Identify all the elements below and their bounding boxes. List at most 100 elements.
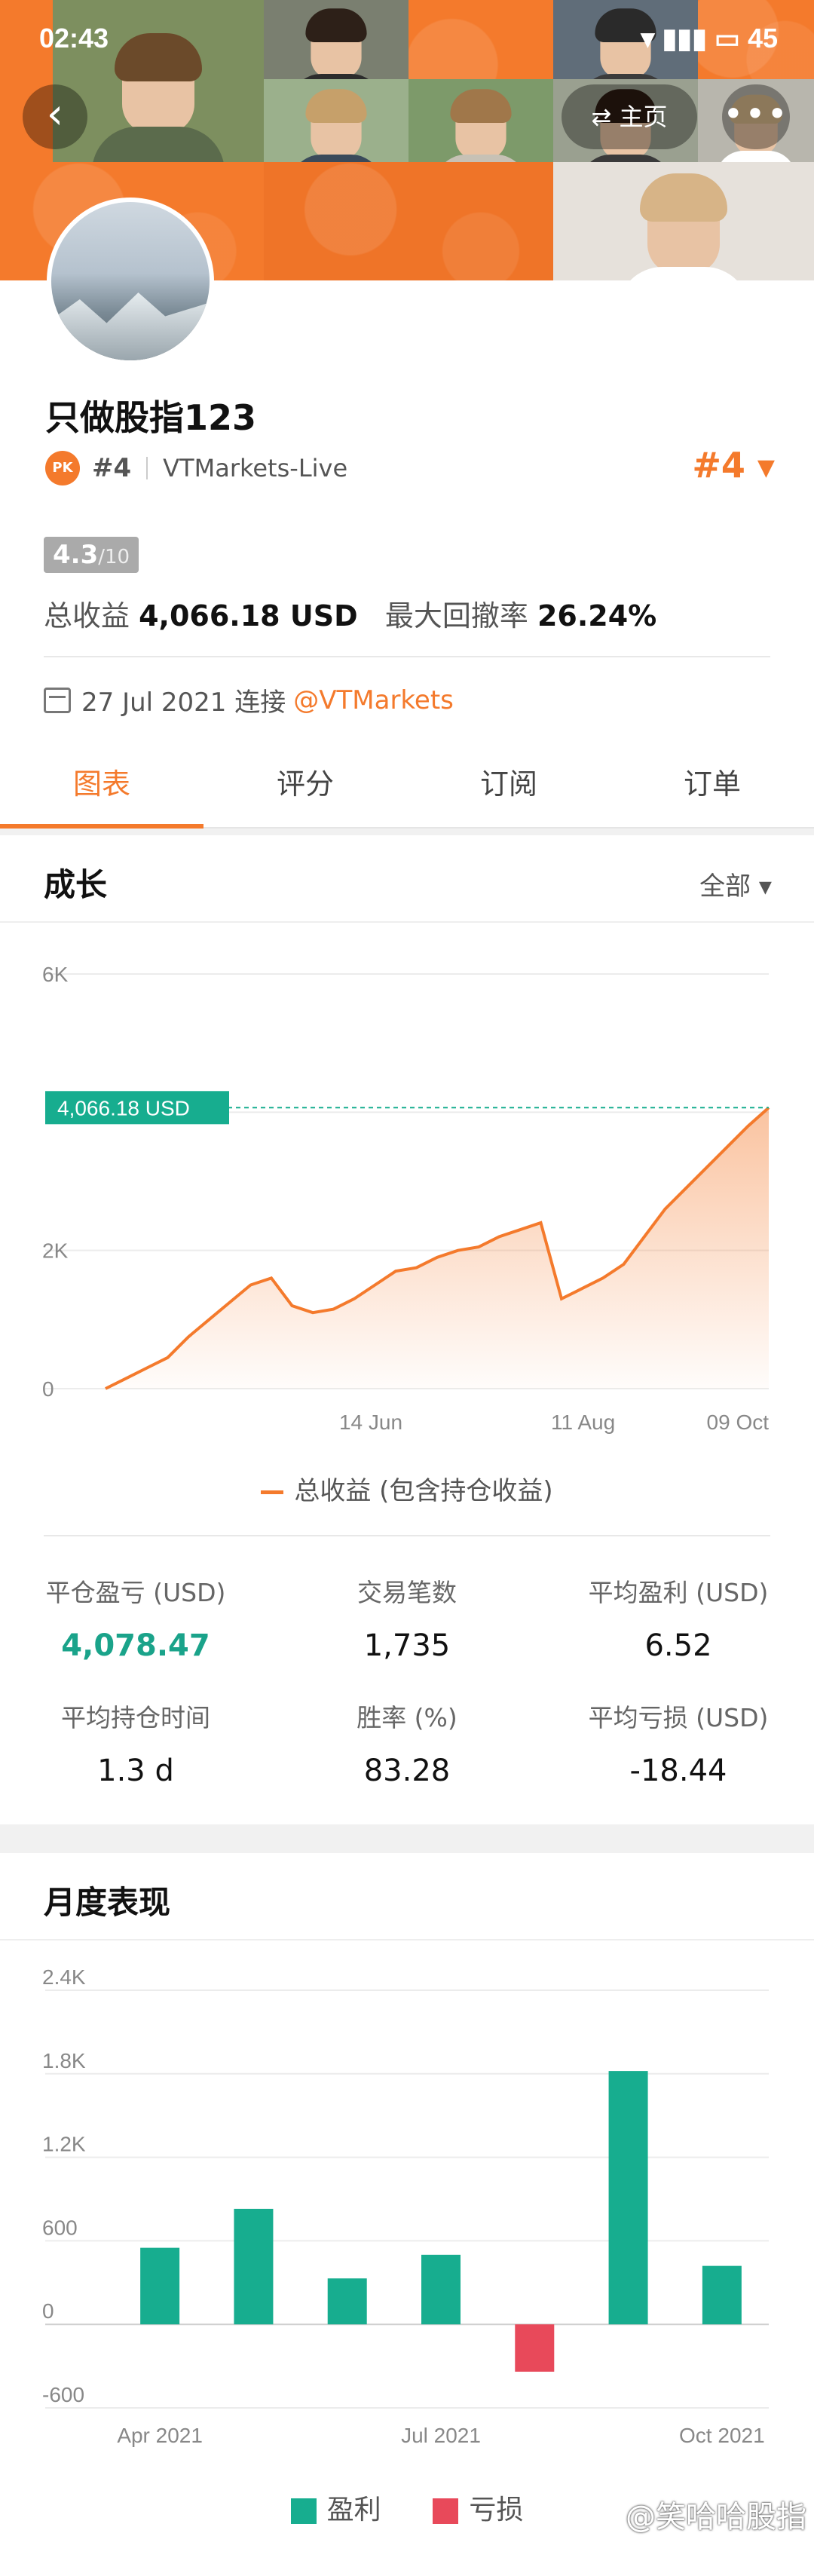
pattern-tile (264, 162, 553, 280)
caret-down-icon: ▼ (757, 455, 775, 481)
monthly-bar (234, 2208, 274, 2325)
tab-subscribe[interactable]: 订阅 (407, 750, 610, 827)
metric-value: 6.52 (644, 1628, 712, 1663)
summary-stats: 总收益 4,066.18 USD 最大回撤率 26.24% (44, 593, 656, 634)
period-filter-dropdown[interactable]: 全部 ▾ (699, 865, 772, 902)
metric-label: 平仓盈亏 (USD) (45, 1578, 226, 1607)
avatar-tile (264, 79, 409, 162)
status-icons: ▾ ▮▮▮ ▭ 45 (641, 23, 778, 54)
rating-value: 4.3 (53, 540, 99, 570)
monthly-bar (327, 2278, 367, 2325)
monthly-bar (515, 2324, 555, 2372)
growth-legend: 总收益 (包含持仓收益) (0, 1470, 814, 1507)
section-gap (0, 1824, 814, 1853)
connect-date-row: 27 Jul 2021 连接 @VTMarkets (44, 682, 454, 718)
avatar-tile (409, 79, 553, 162)
connect-date: 27 Jul 2021 连接 (81, 688, 286, 718)
monthly-section-header: 月度表现 (0, 1853, 814, 1940)
metric-value: 4,078.47 (61, 1628, 210, 1663)
metric-value: 1,735 (363, 1628, 451, 1663)
status-bar: 02:43 ▾ ▮▮▮ ▭ 45 (0, 0, 814, 75)
metric-label: 交易笔数 (357, 1578, 457, 1607)
max-drawdown-label: 最大回撤率 (384, 599, 528, 633)
max-drawdown-value: 26.24% (537, 599, 657, 633)
growth-area (106, 1107, 769, 1389)
monthly-bar (702, 2265, 742, 2325)
y-tick-label: 2.4K (42, 1965, 86, 1989)
y-tick-label: 1.2K (42, 2133, 86, 2156)
rank-dropdown-label: #4 (692, 445, 745, 485)
calendar-icon (44, 687, 71, 713)
monthly-bar (140, 2247, 180, 2325)
legend-label-profit: 盈利 (326, 2495, 381, 2525)
y-tick-label: 6K (42, 963, 69, 986)
caret-down-icon: ▾ (758, 871, 772, 902)
x-tick-label: Apr 2021 (117, 2424, 203, 2447)
avatar-tile (553, 162, 814, 280)
metric-label: 平均持仓时间 (61, 1703, 210, 1732)
y-tick-label: 0 (42, 1377, 54, 1401)
x-tick-label: 09 Oct (707, 1411, 770, 1434)
battery-level: 45 (747, 23, 778, 54)
growth-chart: 6K 2K 0 4,066.18 USD 14 Jun 11 Aug 09 Oct (42, 963, 770, 1434)
y-tick-label: 600 (42, 2216, 78, 2239)
monthly-bar (421, 2254, 461, 2325)
divider (146, 457, 148, 479)
y-tick-label: -600 (42, 2383, 84, 2406)
broker-link[interactable]: @VTMarkets (293, 685, 454, 715)
rank-dropdown[interactable]: #4 ▼ (692, 445, 775, 485)
tab-rating[interactable]: 评分 (204, 750, 407, 827)
trader-name: 只做股指123 (45, 397, 257, 438)
x-tick-label: 14 Jun (339, 1411, 402, 1434)
metric-value: -18.44 (629, 1754, 727, 1788)
back-button[interactable]: ‹ (23, 84, 87, 149)
avatar[interactable] (47, 198, 214, 365)
status-time: 02:43 (39, 23, 109, 54)
metric-label: 平均盈利 (USD) (588, 1578, 769, 1607)
monthly-bar-chart: 2.4K 1.8K 1.2K 600 0 -600 Apr 2021 Jul 2021 Oct … (42, 1965, 769, 2447)
metric-avg-hold-time: 平均持仓时间 1.3 d (8, 1698, 264, 1788)
rating-max: /10 (98, 546, 130, 568)
y-tick-label: 1.8K (42, 2049, 86, 2072)
x-tick-label: 11 Aug (551, 1411, 615, 1434)
metric-label: 平均亏损 (USD) (588, 1703, 769, 1732)
legend-line-icon (261, 1490, 284, 1494)
divider (44, 656, 770, 657)
tab-chart[interactable]: 图表 (0, 750, 204, 829)
period-filter-label: 全部 (699, 871, 751, 902)
growth-legend-label: 总收益 (包含持仓收益) (294, 1476, 553, 1506)
more-options-button[interactable]: ••• (722, 84, 790, 149)
metric-label: 胜率 (%) (357, 1703, 457, 1732)
metric-win-rate: 胜率 (%) 83.28 (279, 1698, 535, 1788)
metric-value: 1.3 d (97, 1754, 174, 1788)
legend-swatch-profit (290, 2498, 317, 2524)
rank-row: PK #4 VTMarkets-Live (45, 449, 347, 487)
metric-closed-pnl: 平仓盈亏 (USD) 4,078.47 (8, 1573, 264, 1663)
pk-flame-icon: PK (45, 451, 80, 485)
total-profit-label: 总收益 (44, 599, 130, 633)
home-button[interactable]: ⇄ 主页 (562, 84, 697, 149)
x-tick-label: Jul 2021 (401, 2424, 481, 2447)
total-profit-value: 4,066.18 USD (139, 599, 358, 633)
legend-swatch-loss (433, 2498, 459, 2524)
legend-label-loss: 亏损 (469, 2495, 524, 2525)
growth-title: 成长 (44, 866, 108, 903)
current-value-label: 4,066.18 USD (57, 1096, 190, 1120)
monthly-bar (608, 2071, 648, 2325)
broker-name: VTMarkets-Live (163, 454, 348, 482)
metric-avg-loss: 平均亏损 (USD) -18.44 (550, 1698, 806, 1788)
rank-label: #4 (92, 453, 132, 483)
monthly-title: 月度表现 (44, 1884, 171, 1921)
tab-orders[interactable]: 订单 (610, 750, 814, 827)
growth-section-header: 成长 全部 ▾ (0, 835, 814, 923)
y-tick-label: 2K (42, 1239, 69, 1263)
rating-badge: 4.3/10 (44, 537, 139, 573)
watermark-text: @笑哈哈股指 (626, 2500, 806, 2535)
metric-avg-profit: 平均盈利 (USD) 6.52 (550, 1573, 806, 1663)
tab-bar: 图表 评分 订阅 订单 (0, 750, 814, 829)
y-tick-label: 0 (42, 2299, 54, 2323)
metric-trade-count: 交易笔数 1,735 (279, 1573, 535, 1663)
divider (44, 1535, 770, 1536)
metric-value: 83.28 (363, 1754, 451, 1788)
x-tick-label: Oct 2021 (679, 2424, 765, 2447)
